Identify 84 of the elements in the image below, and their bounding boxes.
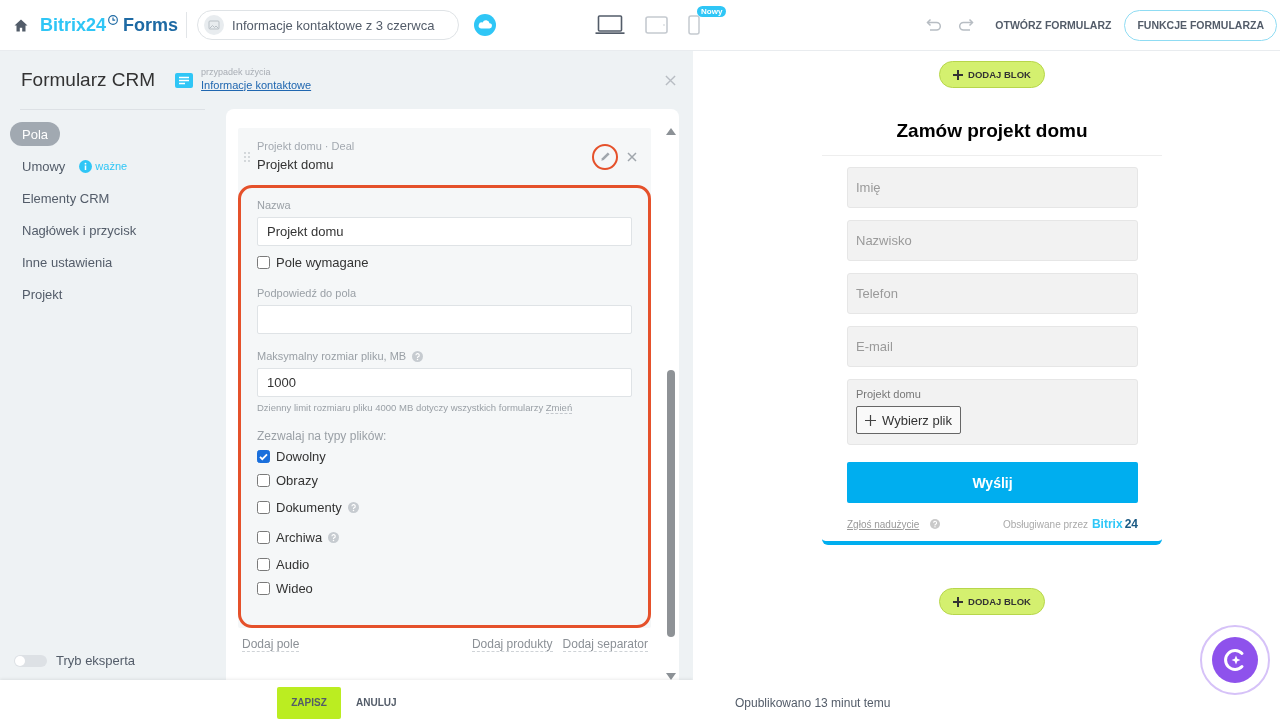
checkbox-label: Pole wymagane (276, 254, 369, 270)
brand-logo[interactable]: Bitrix 24 (1091, 517, 1138, 531)
hint-text: Dzienny limit rozmiaru pliku 4000 MB dotyczy wszystkich formularzy Zmień (257, 402, 574, 414)
scrollbar-thumb[interactable] (667, 370, 675, 637)
checkbox[interactable] (257, 449, 270, 463)
field-subtitle: Projekt domu · Deal (257, 140, 355, 153)
input-field[interactable]: E-mail (847, 326, 1138, 367)
checkbox-label: Wideo (276, 580, 313, 596)
toggle-switch[interactable] (14, 654, 47, 667)
checkbox[interactable] (257, 500, 270, 514)
arrow-down-icon[interactable] (666, 673, 676, 680)
arrow-up-icon[interactable] (666, 128, 676, 135)
pencil-icon (599, 151, 611, 162)
plus-icon (953, 596, 964, 607)
checkbox[interactable] (257, 581, 270, 595)
input-field[interactable]: Nazwisko (847, 220, 1138, 261)
checkbox[interactable] (257, 530, 270, 544)
nav-item[interactable]: Elementy CRM (10, 186, 122, 210)
image-icon (204, 15, 225, 35)
drag-handle-icon[interactable] (244, 151, 250, 162)
info-icon (79, 159, 93, 173)
field-label: Nazwa (257, 199, 291, 211)
clock-icon (108, 15, 119, 25)
panel-title: Formularz CRM (21, 69, 156, 91)
redo-icon[interactable] (958, 18, 975, 32)
powered-by-text: Obsługiwane przez (1002, 518, 1088, 530)
tablet-icon[interactable] (645, 16, 669, 34)
checkbox-label: Dowolny (276, 448, 326, 464)
open-form-link[interactable]: OTWÓRZ FORMULARZ (995, 19, 1112, 31)
help-icon[interactable] (412, 350, 424, 362)
group-label: Zezwalaj na typy plików: (257, 428, 388, 444)
important-tag: ważne (95, 160, 128, 172)
add-block-button[interactable]: DODAJ BLOK (939, 61, 1045, 88)
checkbox-label: Obrazy (276, 472, 318, 488)
help-icon[interactable] (328, 531, 340, 543)
cloud-icon[interactable] (474, 14, 497, 36)
checkbox-label: Audio (276, 556, 310, 572)
undo-icon[interactable] (926, 18, 943, 32)
choose-file-button[interactable]: Wybierz plik (856, 406, 961, 434)
toggle-label: Tryb eksperta (56, 653, 135, 668)
form-features-button[interactable]: FUNKCJE FORMULARZA (1124, 9, 1277, 41)
nav-item[interactable]: Projekt (10, 282, 75, 306)
nav-item[interactable]: Umowy (10, 154, 78, 178)
help-icon[interactable] (930, 519, 941, 529)
nav-item[interactable]: Inne ustawienia (10, 250, 125, 274)
document-icon (175, 72, 194, 88)
nav-item[interactable]: Nagłówek i przycisk (10, 218, 149, 242)
add-link[interactable]: Dodaj produkty (471, 637, 553, 652)
checkbox[interactable] (257, 473, 270, 487)
checkbox-label: Archiwa (276, 529, 323, 545)
text-input[interactable]: 1000 (257, 368, 632, 397)
field-title: Projekt domu (257, 157, 335, 173)
file-field-label: Projekt domu (856, 388, 921, 400)
add-block-button[interactable]: DODAJ BLOK (939, 588, 1045, 615)
help-icon[interactable] (347, 501, 359, 513)
input-field[interactable]: Imię (847, 167, 1138, 208)
text-input[interactable]: Projekt domu (257, 217, 632, 246)
logo-brand: Bitrix24 (40, 14, 107, 36)
field-label: Maksymalny rozmiar pliku, MB (257, 350, 407, 362)
edit-button[interactable] (592, 143, 618, 170)
home-icon[interactable] (14, 18, 28, 32)
input-field[interactable]: Telefon (847, 273, 1138, 314)
close-icon[interactable] (665, 74, 676, 86)
laptop-icon[interactable] (595, 15, 626, 35)
add-link[interactable]: Dodaj separator (562, 637, 648, 652)
close-icon[interactable] (627, 151, 637, 162)
text-input[interactable] (257, 305, 632, 334)
use-case-link[interactable]: Informacje kontaktowe (201, 77, 312, 92)
cancel-button[interactable]: ANULUJ (356, 697, 397, 708)
save-button[interactable]: ZAPISZ (277, 686, 341, 719)
add-field-link[interactable]: Dodaj pole (242, 637, 300, 652)
use-case-label: przypadek użycia (201, 66, 272, 78)
new-badge: Nowy (697, 6, 727, 17)
plus-icon (865, 414, 876, 426)
checkbox-label: Dokumenty (276, 499, 342, 515)
sparkle-icon (1212, 637, 1258, 683)
status-text: Opublikowano 13 minut temu (735, 695, 891, 710)
form-title: Zamów projekt domu (895, 119, 1089, 143)
field-label: Podpowiedź do pola (257, 287, 357, 299)
phone-icon[interactable] (688, 15, 701, 35)
checkbox[interactable] (257, 557, 270, 571)
checkbox[interactable] (257, 255, 270, 269)
plus-icon (953, 69, 964, 80)
logo-product: Forms (123, 14, 179, 36)
